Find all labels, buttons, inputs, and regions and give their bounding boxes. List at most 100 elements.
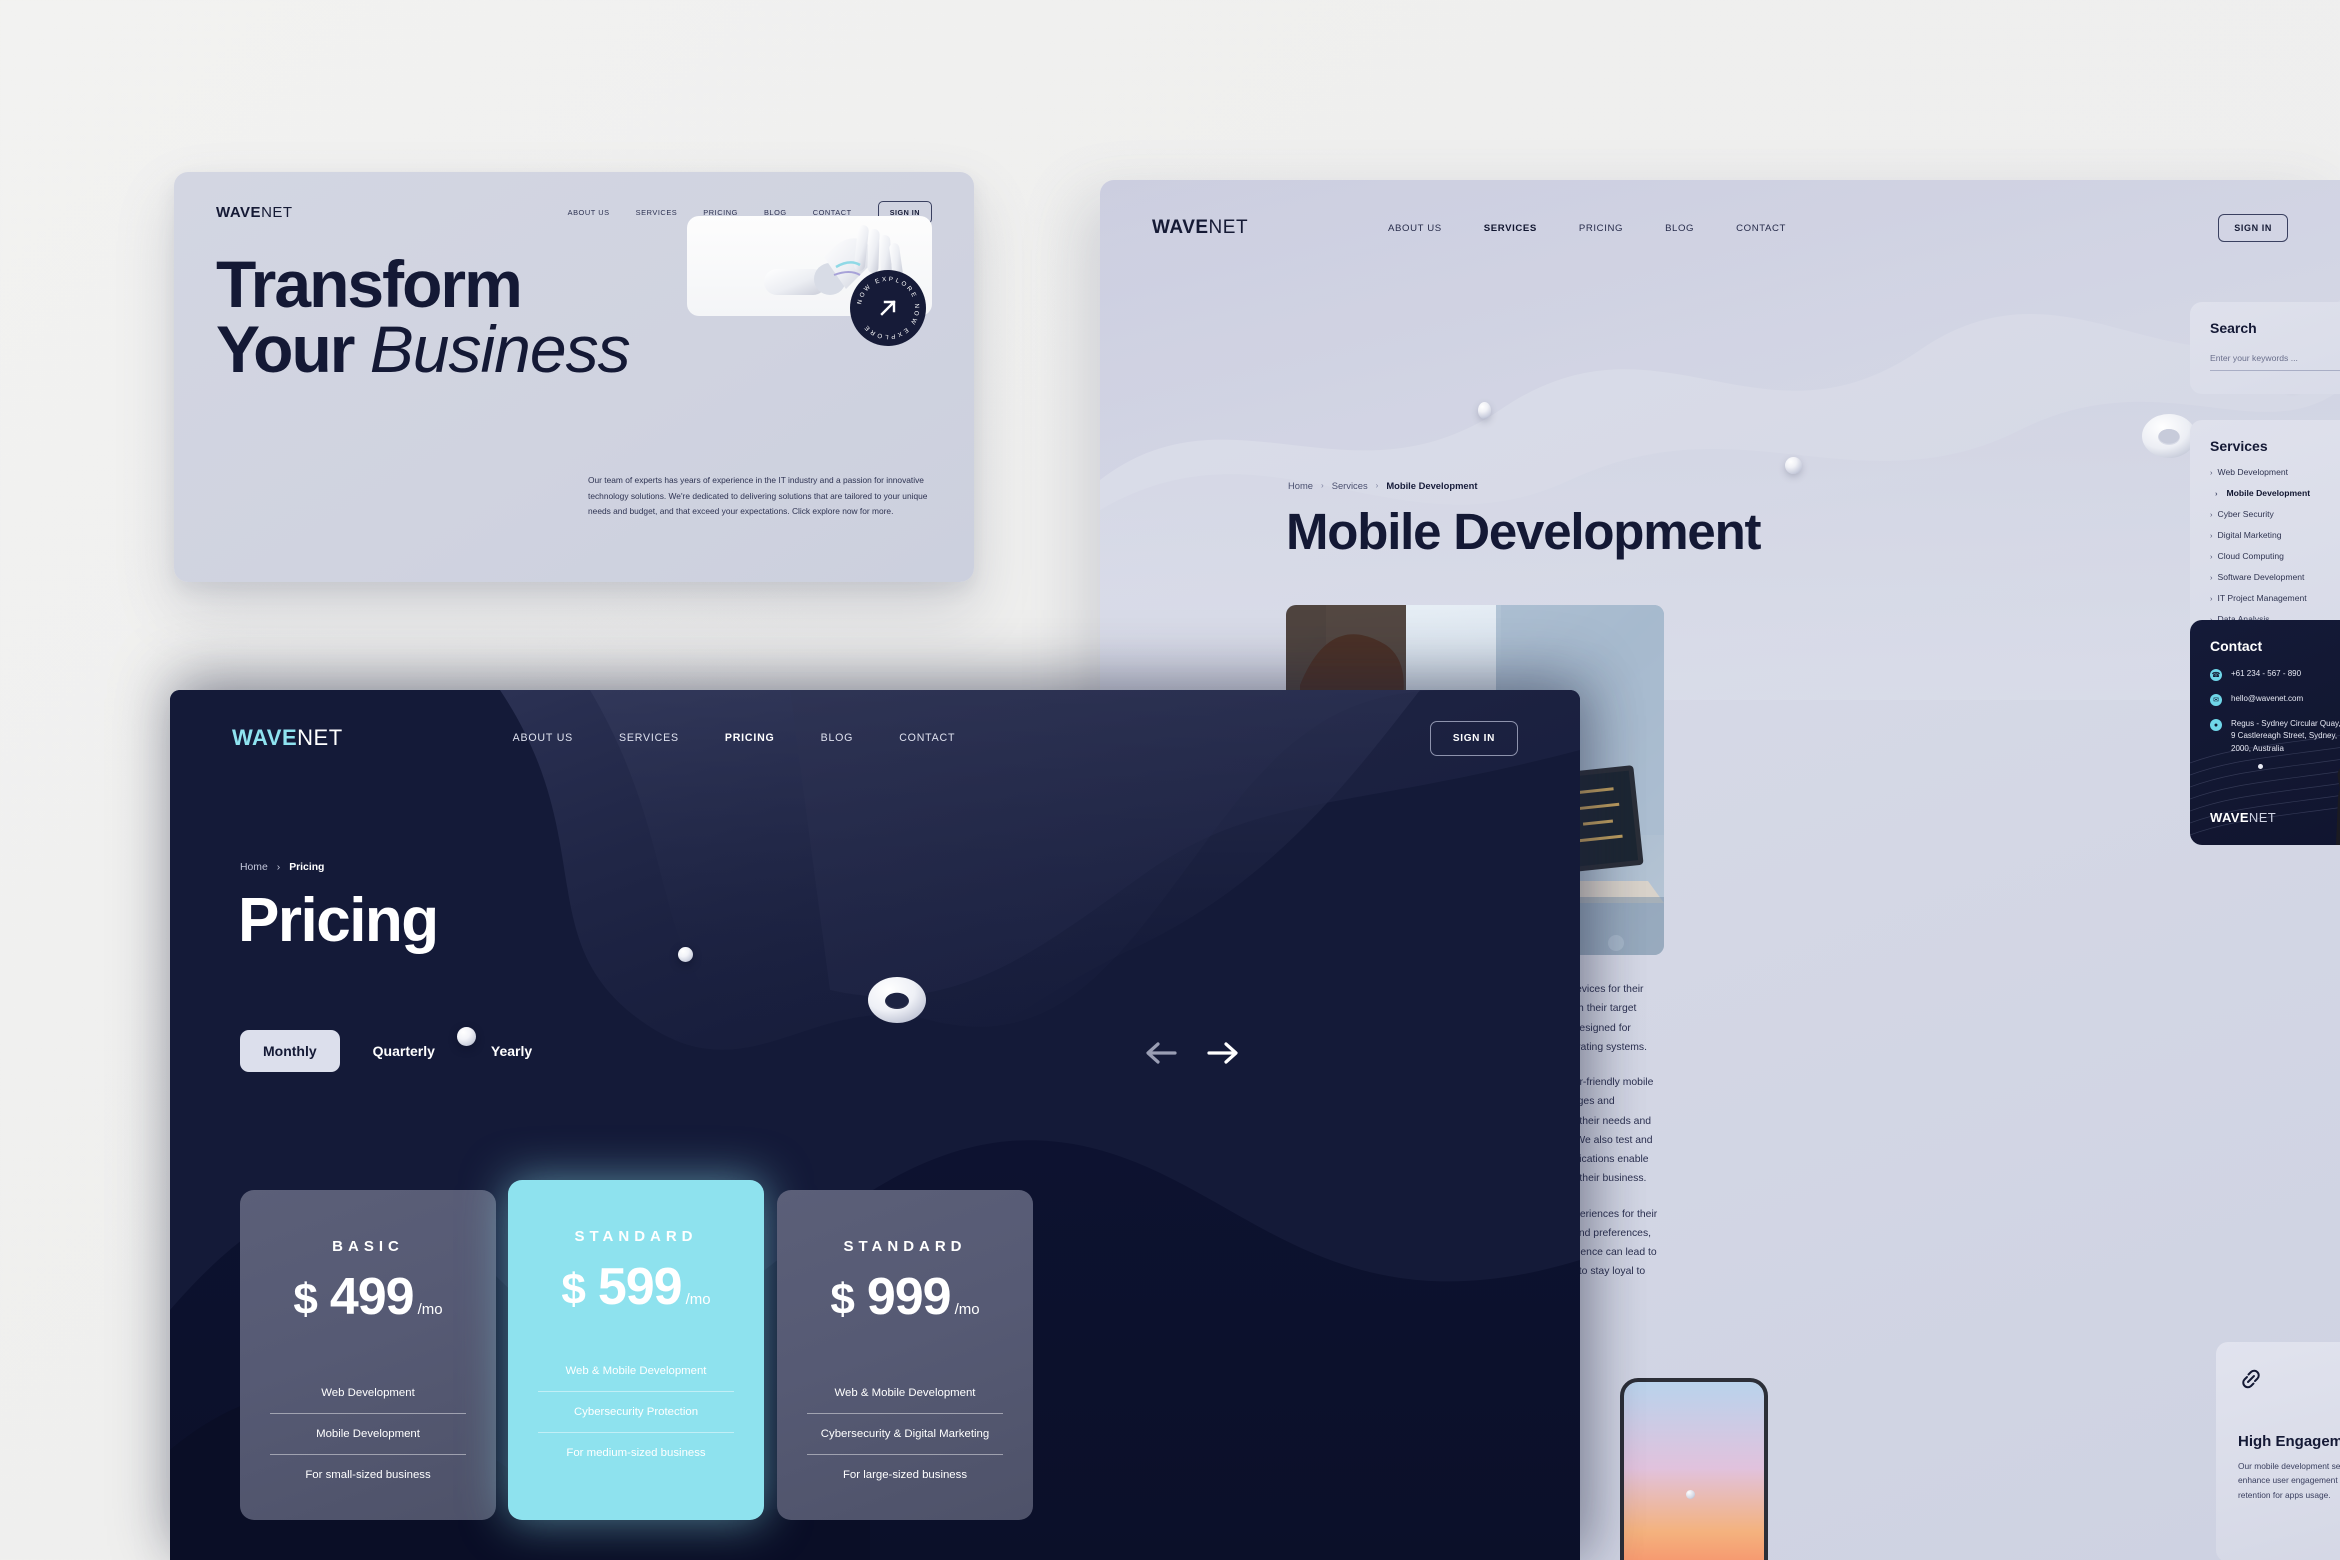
contact-phone-row[interactable]: ☎ +61 234 - 567 - 890 xyxy=(2210,668,2340,681)
breadcrumb-chevron-icon: › xyxy=(1375,481,1379,490)
contact-card: Contact ☎ +61 234 - 567 - 890 ✉ hello@wa… xyxy=(2190,620,2340,845)
brand-logo-light: NET xyxy=(2248,810,2277,825)
pricing-breadcrumb-current: Pricing xyxy=(289,862,325,873)
explore-now-badge[interactable]: NOW EXPLORE NOW EXPLORE xyxy=(850,270,926,346)
hero-title-business: Business xyxy=(369,311,631,386)
search-card: Search xyxy=(2190,302,2340,394)
contact-email-value: hello@wavenet.com xyxy=(2231,694,2304,703)
link-chain-icon xyxy=(2242,1369,2260,1389)
plan-currency: $ xyxy=(293,1275,318,1324)
pricing-signin-wrap: SIGN IN xyxy=(1429,720,1518,756)
mobile-nav-services[interactable]: SERVICES xyxy=(1484,223,1537,234)
pricing-card-basic[interactable]: BASIC $ 499 /mo Web Development Mobile D… xyxy=(240,1190,496,1520)
brand-logo-mobile-page[interactable]: WAVENET xyxy=(1152,217,1248,239)
brand-logo[interactable]: WAVENET xyxy=(216,204,293,221)
plan-feature: Cybersecurity Protection xyxy=(538,1391,734,1432)
brand-logo-bold: WAVE xyxy=(2210,810,2249,825)
arrow-right-icon[interactable] xyxy=(1206,1040,1240,1066)
chevron-right-icon: › xyxy=(2210,551,2213,561)
search-input[interactable] xyxy=(2210,353,2340,363)
sidebar-item-cloud-computing[interactable]: › Cloud Computing xyxy=(2210,551,2340,561)
plan-feature: Mobile Development xyxy=(270,1413,466,1454)
service-label: Cloud Computing xyxy=(2217,551,2284,561)
plan-amount: 599 xyxy=(597,1258,683,1316)
mobile-nav-about-us[interactable]: ABOUT US xyxy=(1388,223,1442,234)
search-card-title: Search xyxy=(2210,320,2257,336)
sidebar-item-mobile-development[interactable]: › Mobile Development xyxy=(2210,488,2340,498)
brand-logo-light: NET xyxy=(297,725,343,750)
phone-icon: ☎ xyxy=(2210,669,2222,681)
tab-monthly[interactable]: Monthly xyxy=(240,1030,340,1072)
hero-title-line2: Your Business xyxy=(216,316,631,382)
decorative-sphere-1 xyxy=(1478,402,1491,419)
breadcrumb-services[interactable]: Services xyxy=(1332,480,1368,491)
mobile-signin-button[interactable]: SIGN IN xyxy=(2218,214,2288,242)
sidebar-item-software-development[interactable]: › Software Development xyxy=(2210,572,2340,582)
mobile-page-title: Mobile Development xyxy=(1286,503,1762,560)
pricing-nav-blog[interactable]: BLOG xyxy=(821,732,854,744)
hero-nav-services[interactable]: SERVICES xyxy=(636,208,678,217)
plan-price: $ 499 /mo xyxy=(293,1267,442,1327)
brand-logo-pricing-page[interactable]: WAVENET xyxy=(232,725,343,751)
decorative-sphere-2 xyxy=(1785,457,1802,474)
contact-card-title: Contact xyxy=(2210,638,2263,654)
plan-period: /mo xyxy=(954,1301,980,1318)
services-card: Services › Web Development › Mobile Develo… xyxy=(2190,420,2340,645)
pricing-breadcrumb-home[interactable]: Home xyxy=(240,862,268,873)
mail-icon: ✉ xyxy=(2210,694,2222,706)
mobile-nav-blog[interactable]: BLOG xyxy=(1665,223,1694,234)
services-card-title: Services xyxy=(2210,438,2268,454)
plan-features: Web & Mobile Development Cybersecurity &… xyxy=(807,1373,1003,1495)
pricing-cards-row: BASIC $ 499 /mo Web Development Mobile D… xyxy=(170,1085,1580,1555)
engagement-text: Our mobile development services enhance … xyxy=(2238,1461,2340,1500)
brand-logo-bold: WAVE xyxy=(232,725,298,750)
chevron-right-icon: › xyxy=(2215,488,2218,498)
pricing-nav-services[interactable]: SERVICES xyxy=(619,732,679,744)
pricing-nav-contact[interactable]: CONTACT xyxy=(899,732,955,744)
decorative-sphere-pricing-1 xyxy=(678,947,693,962)
pricing-signin-button[interactable]: SIGN IN xyxy=(1429,720,1518,756)
phone-frame xyxy=(1620,1378,1768,1560)
contact-email-row[interactable]: ✉ hello@wavenet.com xyxy=(2210,693,2340,706)
breadcrumb-current: Mobile Development xyxy=(1386,480,1478,491)
svg-text:NOW EXPLORE NOW EXPLORE: NOW EXPLORE NOW EXPLORE xyxy=(856,276,920,340)
hero-nav-about-us[interactable]: ABOUT US xyxy=(568,208,610,217)
plan-feature: For large-sized business xyxy=(807,1454,1003,1495)
breadcrumb-home[interactable]: Home xyxy=(1288,480,1313,491)
plan-feature: For small-sized business xyxy=(270,1454,466,1495)
chevron-right-icon: › xyxy=(2210,509,2213,519)
plan-features: Web & Mobile Development Cybersecurity P… xyxy=(538,1351,734,1473)
mobile-breadcrumb: Home › Services › Mobile Development xyxy=(1288,480,1477,491)
sidebar-item-digital-marketing[interactable]: › Digital Marketing xyxy=(2210,530,2340,540)
tab-quarterly[interactable]: Quarterly xyxy=(350,1030,458,1072)
plan-feature: Web Development xyxy=(321,1387,415,1399)
search-field[interactable] xyxy=(2210,352,2340,371)
pricing-page-title: Pricing xyxy=(238,886,439,955)
plan-amount: 499 xyxy=(329,1268,415,1326)
pricing-nav-about-us[interactable]: ABOUT US xyxy=(513,732,573,744)
arrow-left-icon[interactable] xyxy=(1144,1040,1178,1066)
sidebar-item-it-project-management[interactable]: › IT Project Management xyxy=(2210,593,2340,603)
pricing-nav-pricing[interactable]: PRICING xyxy=(725,732,775,744)
plan-feature: For medium-sized business xyxy=(538,1432,734,1473)
plan-features: Web Development Mobile Development For s… xyxy=(270,1373,466,1495)
contact-address-value: Regus - Sydney Circular Quay, Level 17, … xyxy=(2231,719,2340,753)
map-pin-icon: ● xyxy=(2210,719,2222,731)
mobile-nav-pricing[interactable]: PRICING xyxy=(1579,223,1623,234)
mobile-signin-wrap: SIGN IN xyxy=(2218,214,2288,242)
service-label: Web Development xyxy=(2217,467,2289,477)
decorative-sphere-phone xyxy=(1686,1490,1695,1499)
pricing-card-standard-999[interactable]: STANDARD $ 999 /mo Web & Mobile Developm… xyxy=(777,1190,1033,1520)
mobile-nav-contact[interactable]: CONTACT xyxy=(1736,223,1786,234)
hero-paragraph: Our team of experts has years of experie… xyxy=(588,475,928,517)
brand-logo-bold: WAVE xyxy=(216,203,262,221)
sidebar-item-cyber-security[interactable]: › Cyber Security xyxy=(2210,509,2340,519)
plan-amount: 999 xyxy=(866,1268,952,1326)
plan-feature: Cybersecurity & Digital Marketing xyxy=(807,1413,1003,1454)
tab-yearly[interactable]: Yearly xyxy=(468,1030,555,1072)
pricing-card-standard-599[interactable]: STANDARD $ 599 /mo Web & Mobile Developm… xyxy=(508,1180,764,1520)
contact-address-row[interactable]: ● Regus - Sydney Circular Quay, Level 17… xyxy=(2210,718,2340,755)
phone-mockup xyxy=(1620,1378,1768,1560)
contact-phone-value: +61 234 - 567 - 890 xyxy=(2231,669,2302,678)
sidebar-item-web-development[interactable]: › Web Development xyxy=(2210,467,2340,477)
